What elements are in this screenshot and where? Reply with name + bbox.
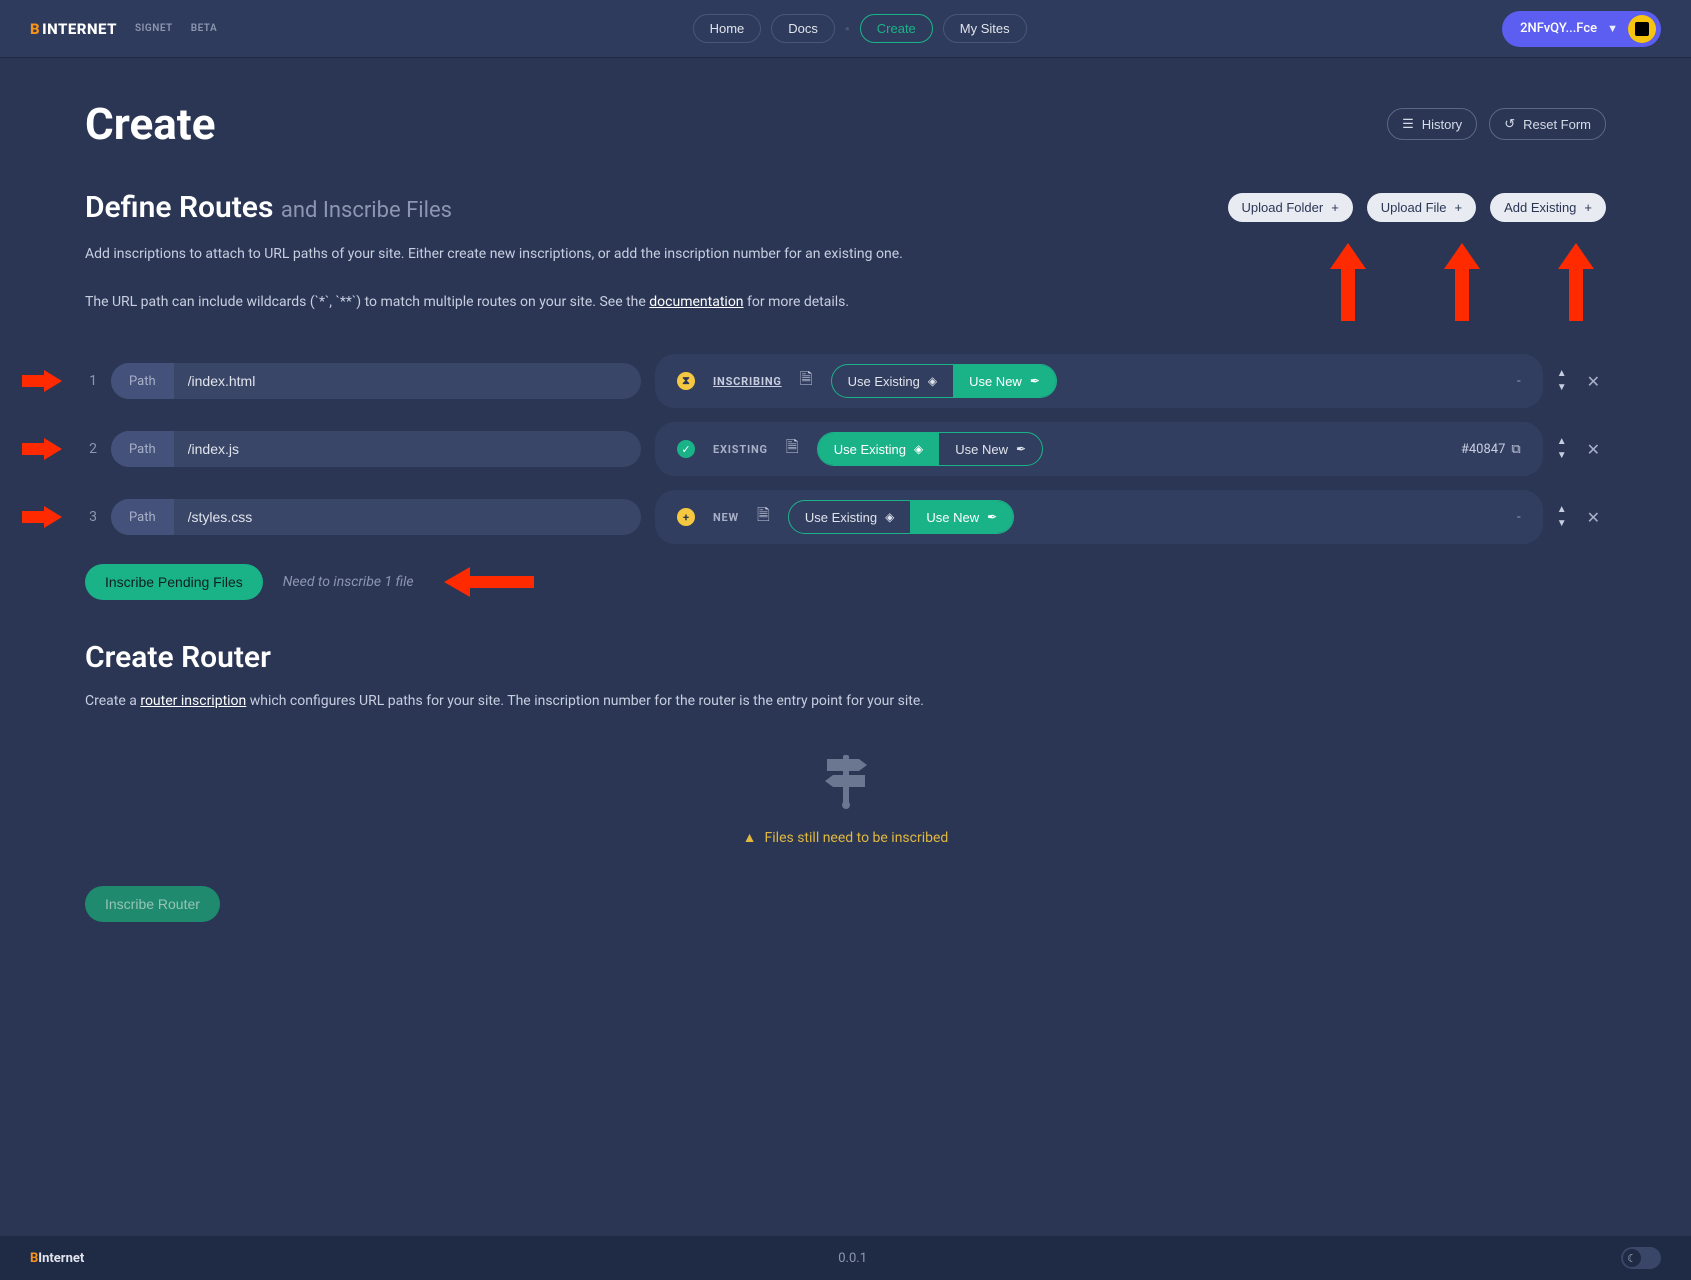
inscription-link[interactable]: #40847 ⧉ [1461, 442, 1521, 457]
footer: BInternet 0.0.1 ☾ [0, 1236, 1691, 1280]
route-row: 2 Path ✓ EXISTING 🗎 Use Existing◈ Use Ne… [85, 422, 1606, 476]
moon-icon: ☾ [1623, 1249, 1641, 1267]
remove-row-button[interactable]: ✕ [1581, 440, 1606, 459]
target-icon: ◈ [885, 510, 894, 524]
path-label: Path [111, 363, 174, 399]
reset-form-button[interactable]: ↺ Reset Form [1489, 108, 1606, 140]
check-icon: ✓ [677, 440, 695, 458]
use-new-button[interactable]: Use New✒ [953, 365, 1056, 397]
use-new-button[interactable]: Use New✒ [910, 501, 1013, 533]
inscribe-router-button[interactable]: Inscribe Router [85, 886, 220, 922]
mode-toggle: Use Existing◈ Use New✒ [831, 364, 1057, 398]
hourglass-icon: ⧗ [677, 372, 695, 390]
router-description: Create a router inscription which config… [85, 693, 1606, 709]
mode-toggle: Use Existing◈ Use New✒ [788, 500, 1014, 534]
inscription-number: - [1517, 373, 1521, 389]
annotation-arrow-up [1444, 243, 1480, 321]
beta-badge: BETA [191, 23, 217, 34]
target-icon: ◈ [914, 442, 923, 456]
row-number: 1 [85, 373, 97, 389]
annotation-arrow-right [22, 438, 62, 460]
mode-toggle: Use Existing◈ Use New✒ [817, 432, 1043, 466]
route-row: 1 Path ⧗ INSCRIBING 🗎 Use Existing◈ Use … [85, 354, 1606, 408]
router-inscription-link[interactable]: router inscription [140, 693, 246, 709]
logo-text: INTERNET [42, 20, 117, 38]
routes-heading: Define Routes and Inscribe Files [85, 190, 452, 225]
move-up-button[interactable]: ▲ [1557, 369, 1567, 379]
inscribe-pending-button[interactable]: Inscribe Pending Files [85, 564, 263, 600]
route-row: 3 Path + NEW 🗎 Use Existing◈ Use New✒ - … [85, 490, 1606, 544]
move-up-button[interactable]: ▲ [1557, 505, 1567, 515]
theme-toggle[interactable]: ☾ [1621, 1247, 1661, 1269]
pending-hint: Need to inscribe 1 file [283, 574, 414, 590]
feather-icon: ✒ [1030, 374, 1040, 388]
move-up-button[interactable]: ▲ [1557, 437, 1567, 447]
external-link-icon: ⧉ [1511, 442, 1520, 457]
use-existing-button[interactable]: Use Existing◈ [818, 433, 939, 465]
documentation-link[interactable]: documentation [649, 294, 743, 310]
use-existing-button[interactable]: Use Existing◈ [789, 501, 910, 533]
nav-mysites[interactable]: My Sites [943, 14, 1027, 43]
move-down-button[interactable]: ▼ [1557, 451, 1567, 461]
status-label[interactable]: INSCRIBING [713, 375, 782, 388]
page-title: Create [85, 98, 215, 150]
wallet-address: 2NFvQY...Fce [1520, 21, 1597, 36]
path-label: Path [111, 499, 174, 535]
logo[interactable]: B INTERNET [30, 20, 117, 38]
feather-icon: ✒ [987, 510, 997, 524]
annotation-arrow-up [1558, 243, 1594, 321]
remove-row-button[interactable]: ✕ [1581, 508, 1606, 527]
upload-folder-button[interactable]: Upload Folder + [1228, 193, 1353, 222]
status-label: NEW [713, 511, 739, 524]
row-number: 2 [85, 441, 97, 457]
reset-icon: ↺ [1504, 116, 1515, 132]
path-input[interactable] [174, 363, 641, 399]
annotation-arrow-right [22, 370, 62, 392]
annotation-arrow-right [22, 506, 62, 528]
nav-separator: ● [845, 24, 850, 33]
document-icon[interactable]: 🗎 [786, 436, 799, 463]
nav-docs[interactable]: Docs [771, 14, 835, 43]
footer-logo[interactable]: BInternet [30, 1251, 84, 1266]
target-icon: ◈ [928, 374, 937, 388]
plus-icon: + [1331, 200, 1339, 215]
logo-b: B [30, 20, 40, 38]
upload-file-button[interactable]: Upload File + [1367, 193, 1476, 222]
feather-icon: ✒ [1016, 442, 1026, 456]
path-label: Path [111, 431, 174, 467]
chevron-down-icon: ▼ [1607, 22, 1618, 35]
nav-home[interactable]: Home [693, 14, 762, 43]
warning-text: ▲ Files still need to be inscribed [85, 829, 1606, 846]
annotation-arrow-left [444, 567, 534, 597]
path-input[interactable] [174, 431, 641, 467]
avatar [1628, 15, 1656, 43]
row-number: 3 [85, 509, 97, 525]
plus-icon: + [1584, 200, 1592, 215]
main-nav: Home Docs ● Create My Sites [693, 14, 1027, 43]
warning-icon: ▲ [743, 829, 757, 846]
history-button[interactable]: ☰ History [1387, 108, 1477, 140]
path-input[interactable] [174, 499, 641, 535]
move-down-button[interactable]: ▼ [1557, 383, 1567, 393]
inscription-number: - [1517, 509, 1521, 525]
list-icon: ☰ [1402, 116, 1414, 132]
plus-icon: + [677, 508, 695, 526]
remove-row-button[interactable]: ✕ [1581, 372, 1606, 391]
network-badge: SIGNET [135, 23, 173, 34]
add-existing-button[interactable]: Add Existing + [1490, 193, 1606, 222]
router-heading: Create Router [85, 640, 1606, 675]
use-existing-button[interactable]: Use Existing◈ [832, 365, 953, 397]
status-label: EXISTING [713, 443, 768, 456]
version-label: 0.0.1 [838, 1251, 867, 1266]
document-icon[interactable]: 🗎 [757, 504, 770, 531]
move-down-button[interactable]: ▼ [1557, 519, 1567, 529]
nav-create[interactable]: Create [860, 14, 933, 43]
wallet-selector[interactable]: 2NFvQY...Fce ▼ [1502, 11, 1661, 47]
document-icon[interactable]: 🗎 [800, 368, 813, 395]
annotation-arrow-up [1330, 243, 1366, 321]
signpost-icon [819, 749, 873, 809]
use-new-button[interactable]: Use New✒ [939, 433, 1042, 465]
plus-icon: + [1455, 200, 1463, 215]
app-header: B INTERNET SIGNET BETA Home Docs ● Creat… [0, 0, 1691, 58]
